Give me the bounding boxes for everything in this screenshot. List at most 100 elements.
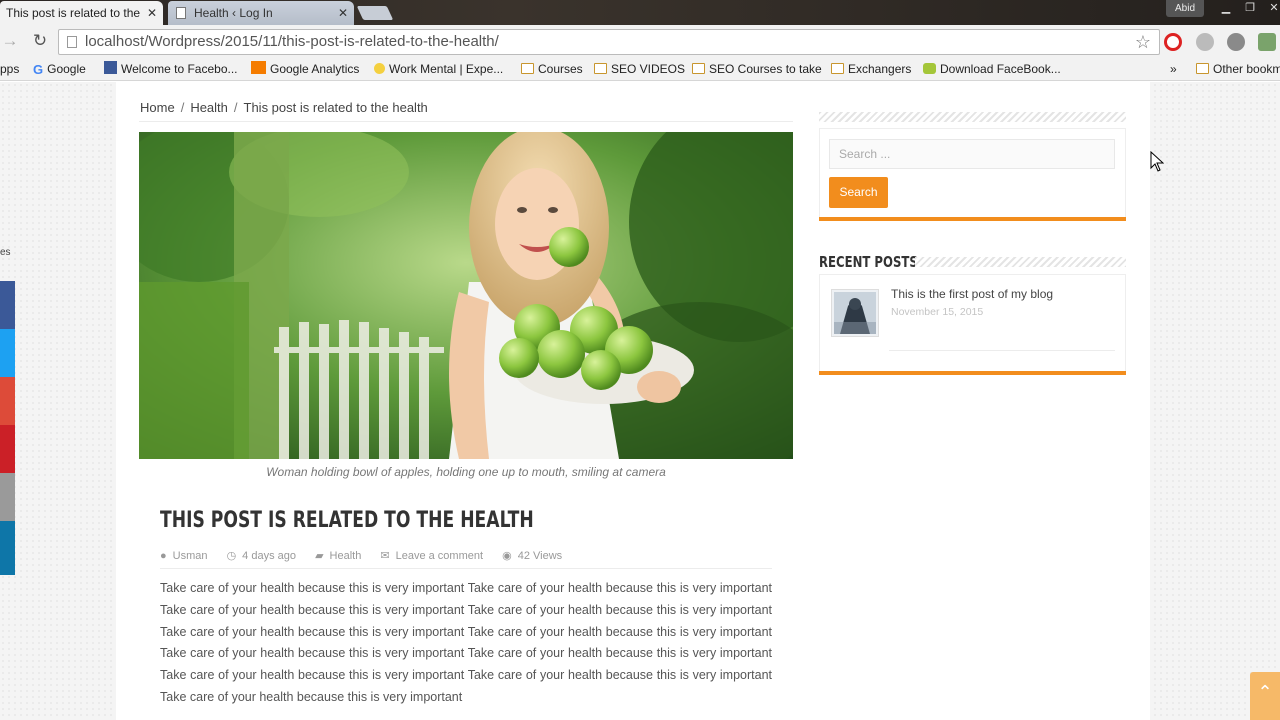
recent-post-image bbox=[834, 292, 876, 334]
bookmark-facebook[interactable]: Welcome to Facebo... bbox=[104, 59, 238, 79]
user-icon: ● bbox=[160, 550, 167, 562]
address-bar[interactable]: localhost/Wordpress/2015/11/this-post-is… bbox=[58, 29, 1160, 55]
recent-post-divider bbox=[889, 350, 1115, 351]
breadcrumb-current: This post is related to the health bbox=[243, 100, 428, 115]
share-linkedin-button[interactable] bbox=[0, 521, 15, 575]
tab-login[interactable]: Health ‹ Log In ✕ bbox=[168, 1, 354, 25]
bookmark-star-icon[interactable]: ☆ bbox=[1135, 31, 1151, 53]
minimize-icon[interactable]: ▁ bbox=[1214, 0, 1238, 18]
browser-tabstrip: This post is related to the ✕ Health ‹ L… bbox=[0, 0, 1280, 25]
analytics-icon bbox=[251, 61, 266, 74]
forward-icon[interactable]: → bbox=[0, 31, 20, 51]
android-icon bbox=[923, 63, 936, 74]
post-body: Take care of your health because this is… bbox=[160, 581, 772, 704]
close-window-icon[interactable]: ✕ bbox=[1262, 0, 1280, 18]
woman-with-apples-image bbox=[139, 132, 793, 459]
breadcrumb-separator: / bbox=[233, 100, 238, 115]
new-tab-button[interactable] bbox=[356, 6, 394, 20]
breadcrumb-divider bbox=[139, 121, 793, 122]
restore-icon[interactable]: ❐ bbox=[1238, 0, 1262, 18]
widget-accent-bar bbox=[819, 217, 1126, 221]
post-featured-image bbox=[139, 132, 793, 459]
image-caption: Woman holding bowl of apples, holding on… bbox=[266, 465, 666, 479]
post-meta: ● Usman ◷ 4 days ago ▰ Health ✉ Leave a comm… bbox=[160, 549, 578, 562]
tab-post-label: This post is related to the bbox=[6, 6, 141, 20]
recent-post-date: November 15, 2015 bbox=[891, 306, 984, 318]
post-date: 4 days ago bbox=[242, 550, 296, 562]
recent-post-title[interactable]: This is the first post of my blog bbox=[891, 287, 1053, 301]
breadcrumb-separator: / bbox=[180, 100, 185, 115]
page-icon bbox=[67, 36, 77, 48]
folder-icon: ▰ bbox=[315, 550, 324, 562]
bookmarks-bar: pps G Google Welcome to Facebo... Google … bbox=[0, 59, 1280, 81]
recent-posts-title: RECENT POSTS bbox=[819, 253, 918, 271]
bookmark-label: Other bookm bbox=[1213, 62, 1280, 76]
post-author[interactable]: Usman bbox=[173, 550, 208, 562]
meta-divider bbox=[160, 568, 772, 569]
comment-icon: ✉ bbox=[380, 550, 390, 562]
eye-icon: ◉ bbox=[502, 550, 512, 562]
share-googleplus-button[interactable] bbox=[0, 377, 15, 425]
recent-post-thumbnail[interactable] bbox=[831, 289, 879, 337]
folder-icon bbox=[692, 63, 705, 74]
bookmark-apps[interactable]: pps bbox=[0, 59, 19, 79]
bookmark-label: Courses bbox=[538, 62, 583, 76]
folder-icon bbox=[521, 63, 534, 74]
folder-icon bbox=[1196, 63, 1209, 74]
bookmark-courses[interactable]: Courses bbox=[521, 59, 583, 79]
bookmark-label: Google bbox=[47, 62, 86, 76]
close-tab-icon[interactable]: ✕ bbox=[147, 1, 157, 25]
bookmarks-overflow[interactable]: » bbox=[1170, 59, 1177, 79]
post-category[interactable]: Health bbox=[330, 550, 362, 562]
search-button[interactable]: Search bbox=[829, 177, 888, 208]
bookmark-analytics[interactable]: Google Analytics bbox=[251, 59, 359, 79]
bulb-icon bbox=[374, 63, 385, 74]
bookmark-download-facebook[interactable]: Download FaceBook... bbox=[923, 59, 1061, 79]
bookmark-label: Welcome to Facebo... bbox=[121, 62, 238, 76]
close-tab-icon[interactable]: ✕ bbox=[338, 1, 348, 25]
tab-login-label: Health ‹ Log In bbox=[194, 6, 273, 20]
bookmark-seo-courses[interactable]: SEO Courses to take bbox=[692, 59, 822, 79]
widget-accent-bar bbox=[819, 371, 1126, 375]
bookmark-label: SEO VIDEOS bbox=[611, 62, 686, 76]
bookmark-other[interactable]: Other bookm bbox=[1196, 59, 1280, 79]
post-views: 42 Views bbox=[517, 550, 563, 562]
tab-post[interactable]: This post is related to the ✕ bbox=[0, 1, 163, 25]
bookmark-label: SEO Courses to take bbox=[709, 62, 822, 76]
user-badge[interactable]: Abid bbox=[1166, 0, 1204, 17]
url-text: localhost/Wordpress/2015/11/this-post-is… bbox=[85, 33, 499, 50]
opera-extension-icon[interactable] bbox=[1164, 33, 1182, 51]
bookmark-label: Exchangers bbox=[848, 62, 912, 76]
scroll-to-top-button[interactable]: ⌃ bbox=[1250, 672, 1280, 720]
breadcrumb-home[interactable]: Home bbox=[140, 100, 175, 115]
google-icon: G bbox=[33, 62, 44, 77]
bookmark-label: Work Mental | Expe... bbox=[389, 62, 504, 76]
folder-icon bbox=[831, 63, 844, 74]
post-title: THIS POST IS RELATED TO THE HEALTH bbox=[160, 508, 534, 533]
share-facebook-button[interactable] bbox=[0, 281, 15, 329]
share-pinterest-button[interactable] bbox=[0, 425, 15, 473]
mouse-cursor-icon bbox=[1150, 151, 1164, 172]
clock-icon: ◷ bbox=[226, 550, 237, 562]
folder-icon bbox=[594, 63, 607, 74]
facebook-icon bbox=[104, 61, 117, 74]
widget-stripes bbox=[819, 112, 1126, 122]
post-comments-link[interactable]: Leave a comment bbox=[396, 550, 483, 562]
reload-icon[interactable]: ↻ bbox=[30, 31, 50, 51]
chevron-up-icon: ⌃ bbox=[1257, 682, 1273, 702]
bookmark-label: Download FaceBook... bbox=[940, 62, 1061, 76]
browser-toolbar: → ↻ localhost/Wordpress/2015/11/this-pos… bbox=[0, 25, 1280, 59]
bookmark-label: Google Analytics bbox=[270, 62, 360, 76]
search-input[interactable]: Search ... bbox=[829, 139, 1115, 169]
bookmark-google[interactable]: G Google bbox=[33, 59, 86, 80]
breadcrumb-health[interactable]: Health bbox=[190, 100, 228, 115]
breadcrumb: Home / Health / This post is related to the … bbox=[140, 100, 428, 115]
bookmark-exchangers[interactable]: Exchangers bbox=[831, 59, 911, 79]
share-twitter-button[interactable] bbox=[0, 329, 15, 377]
settings-extension-icon[interactable] bbox=[1227, 33, 1245, 51]
share-email-button[interactable] bbox=[0, 473, 15, 521]
globe-extension-icon[interactable] bbox=[1196, 33, 1214, 51]
bookmark-seo-videos[interactable]: SEO VIDEOS bbox=[594, 59, 685, 79]
bookmark-work-mental[interactable]: Work Mental | Expe... bbox=[374, 59, 503, 79]
js-extension-icon[interactable] bbox=[1258, 33, 1276, 51]
